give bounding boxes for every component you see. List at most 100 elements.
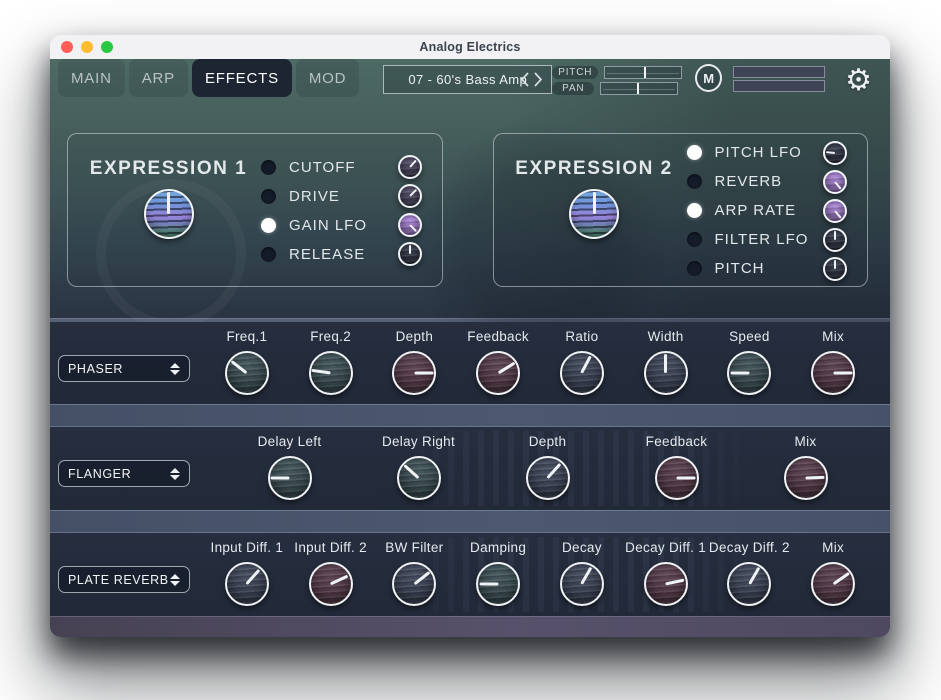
knob-depth[interactable] [526, 456, 570, 500]
effect-knob-label: Decay Diff. 2 [709, 540, 790, 557]
effect-knob-cell: Speed [708, 322, 792, 404]
effect-knob-cell: Decay Diff. 2 [708, 533, 792, 616]
knob-decay[interactable] [560, 562, 604, 606]
plate-reverb-row: PLATE REVERB Input Diff. 1 Input Diff. 2… [50, 533, 890, 616]
phaser-effect-select[interactable]: PHASER [58, 355, 190, 382]
pitch-slider[interactable] [604, 66, 682, 79]
target-radio-release[interactable] [261, 247, 276, 262]
flanger-effect-select[interactable]: FLANGER [58, 460, 190, 487]
target-label: PITCH LFO [715, 144, 813, 161]
effect-knob-label: Feedback [467, 329, 529, 346]
target-radio-reverb[interactable] [687, 174, 702, 189]
expression-target-row: CUTOFF [261, 155, 424, 178]
knob-damping[interactable] [476, 562, 520, 606]
effect-knob-cell: Mix [791, 533, 875, 616]
effect-knob-label: Delay Right [382, 434, 455, 451]
knob-ratio[interactable] [560, 351, 604, 395]
expression-1-title: EXPRESSION 1 [90, 158, 247, 180]
expression-target-row: DRIVE [261, 184, 424, 207]
knob-delay-right[interactable] [397, 456, 441, 500]
reverb-effect-select[interactable]: PLATE REVERB [58, 566, 190, 593]
mini-knob-drive[interactable] [398, 184, 422, 208]
knob-mix[interactable] [811, 351, 855, 395]
target-radio-filter-lfo[interactable] [687, 232, 702, 247]
effect-knob-cell: Ratio [540, 322, 624, 404]
preset-next-icon[interactable] [533, 71, 544, 88]
effect-knob-label: Depth [396, 329, 434, 346]
mini-knob-cutoff[interactable] [398, 155, 422, 179]
effect-knob-cell: Delay Right [354, 427, 483, 510]
effect-knob-label: Mix [822, 540, 844, 557]
knob-mix[interactable] [784, 456, 828, 500]
plugin-window: Analog Electrics MAINARPEFFECTSMOD 07 - … [50, 35, 890, 637]
knob-input-diff-1[interactable] [225, 562, 269, 606]
meter-top [733, 66, 825, 78]
knob-mix[interactable] [811, 562, 855, 606]
effect-knob-cell: Freq.1 [205, 322, 289, 404]
pan-slider[interactable] [600, 82, 678, 95]
midi-button[interactable]: M [695, 64, 722, 92]
preset-name: 07 - 60's Bass Amp [408, 72, 527, 87]
knob-decay-diff-2[interactable] [727, 562, 771, 606]
target-radio-pitch[interactable] [687, 261, 702, 276]
knob-delay-left[interactable] [268, 456, 312, 500]
knob-bw-filter[interactable] [392, 562, 436, 606]
effect-knob-label: Mix [795, 434, 817, 451]
knob-feedback[interactable] [476, 351, 520, 395]
expression-2-knob[interactable] [569, 189, 619, 239]
target-radio-pitch-lfo[interactable] [687, 145, 702, 160]
knob-feedback[interactable] [655, 456, 699, 500]
knob-width[interactable] [644, 351, 688, 395]
mini-knob-pitch-lfo[interactable] [823, 141, 847, 165]
effect-knob-label: Ratio [565, 329, 598, 346]
flanger-row: FLANGER Delay Left Delay Right Depth Fee… [50, 427, 890, 510]
effect-knob-label: Speed [729, 329, 770, 346]
effect-knob-cell: Feedback [456, 322, 540, 404]
settings-gear-icon[interactable]: ⚙ [839, 63, 878, 99]
preset-selector[interactable]: 07 - 60's Bass Amp [383, 65, 552, 94]
expression-1-knob[interactable] [144, 189, 194, 239]
mini-knob-pitch[interactable] [823, 257, 847, 281]
effect-knob-cell: BW Filter [373, 533, 457, 616]
tab-effects[interactable]: EFFECTS [192, 59, 292, 97]
effect-knob-label: Decay [562, 540, 602, 557]
knob-speed[interactable] [727, 351, 771, 395]
tab-arp[interactable]: ARP [129, 59, 188, 97]
window-title: Analog Electrics [50, 40, 890, 54]
mini-knob-release[interactable] [398, 242, 422, 266]
effect-knob-label: Feedback [646, 434, 708, 451]
tab-main[interactable]: MAIN [58, 59, 125, 97]
target-label: RELEASE [289, 246, 387, 263]
target-radio-arp-rate[interactable] [687, 203, 702, 218]
expression-target-row: REVERB [687, 170, 850, 193]
effect-knob-label: Depth [529, 434, 567, 451]
select-updown-icon [170, 363, 180, 375]
knob-freq-2[interactable] [309, 351, 353, 395]
effect-knob-label: Decay Diff. 1 [625, 540, 706, 557]
target-radio-drive[interactable] [261, 189, 276, 204]
target-label: REVERB [715, 173, 813, 190]
meter-bottom [733, 80, 825, 92]
phaser-row: PHASER Freq.1 Freq.2 Depth Feedback Rati… [50, 322, 890, 404]
preset-prev-icon[interactable] [519, 71, 530, 88]
footer-strip [50, 616, 890, 637]
pan-slider-thumb[interactable] [637, 83, 639, 94]
mini-knob-gain-lfo[interactable] [398, 213, 422, 237]
knob-depth[interactable] [392, 351, 436, 395]
knob-freq-1[interactable] [225, 351, 269, 395]
knob-decay-diff-1[interactable] [644, 562, 688, 606]
mini-knob-reverb[interactable] [823, 170, 847, 194]
target-radio-cutoff[interactable] [261, 160, 276, 175]
expression-target-row: GAIN LFO [261, 213, 424, 236]
mini-knob-filter-lfo[interactable] [823, 228, 847, 252]
target-radio-gain-lfo[interactable] [261, 218, 276, 233]
tab-bar: MAINARPEFFECTSMOD [58, 59, 359, 97]
pitch-slider-thumb[interactable] [644, 67, 646, 78]
separator [50, 510, 890, 533]
tab-mod[interactable]: MOD [296, 59, 359, 97]
mini-knob-arp-rate[interactable] [823, 199, 847, 223]
effect-knob-label: Mix [822, 329, 844, 346]
header-bar: MAINARPEFFECTSMOD 07 - 60's Bass Amp PIT… [50, 59, 890, 105]
knob-input-diff-2[interactable] [309, 562, 353, 606]
target-label: DRIVE [289, 188, 387, 205]
